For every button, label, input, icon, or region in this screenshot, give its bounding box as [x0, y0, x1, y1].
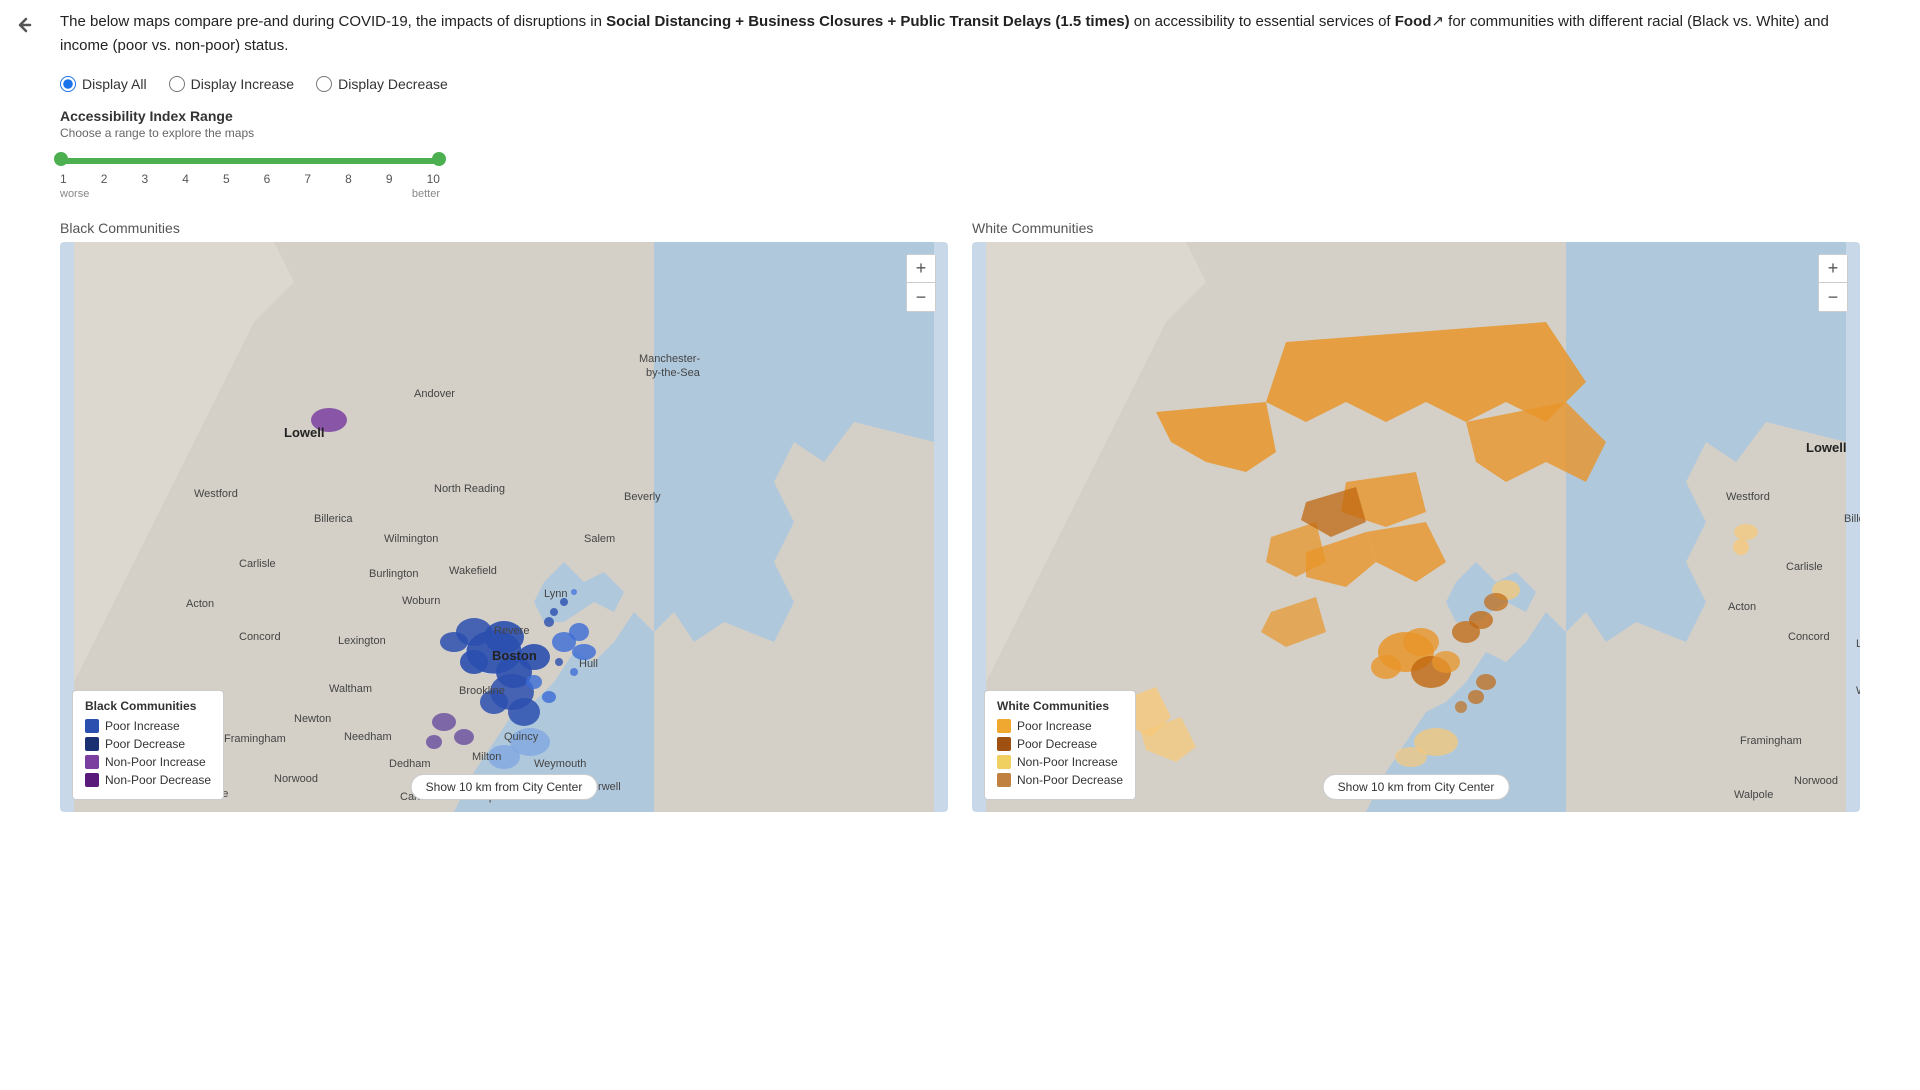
svg-text:Revere: Revere: [494, 625, 529, 637]
white-map-city-center-btn[interactable]: Show 10 km from City Center: [1323, 774, 1510, 800]
svg-text:Manchester-: Manchester-: [639, 353, 700, 365]
bold-description: Social Distancing + Business Closures + …: [606, 13, 1130, 30]
svg-text:Lowell: Lowell: [1806, 440, 1846, 455]
svg-text:Concord: Concord: [239, 631, 281, 643]
black-map-city-center-btn[interactable]: Show 10 km from City Center: [411, 774, 598, 800]
svg-text:Milton: Milton: [472, 751, 501, 763]
white-map-container[interactable]: Andover Lowell North Reading Manchester-…: [972, 242, 1860, 812]
svg-text:Newton: Newton: [294, 713, 331, 725]
radio-display-decrease[interactable]: Display Decrease: [316, 76, 448, 92]
black-legend-title: Black Communities: [85, 699, 211, 713]
white-legend-poor-decrease: Poor Decrease: [997, 737, 1123, 751]
svg-text:Dedham: Dedham: [389, 758, 431, 770]
slider-track-wrapper: [60, 148, 440, 172]
svg-text:Hull: Hull: [579, 658, 598, 670]
slider-thumb-right[interactable]: [432, 152, 446, 166]
black-legend-nonpoor-increase: Non-Poor Increase: [85, 755, 211, 769]
white-legend-nonpoor-decrease: Non-Poor Decrease: [997, 773, 1123, 787]
white-nonpoor-decrease-swatch: [997, 773, 1011, 787]
black-map-zoom-in[interactable]: +: [907, 255, 935, 283]
slider-tick-labels: 1 2 3 4 5 6 7 8 9 10: [60, 172, 440, 186]
svg-text:Brookline: Brookline: [459, 685, 505, 697]
svg-text:Westford: Westford: [194, 488, 238, 500]
radio-group: Display All Display Increase Display Dec…: [60, 76, 448, 92]
svg-text:Walpole: Walpole: [1734, 789, 1773, 801]
maps-section: Black Communities: [60, 220, 1860, 812]
white-poor-decrease-swatch: [997, 737, 1011, 751]
white-nonpoor-increase-swatch: [997, 755, 1011, 769]
svg-text:Lexington: Lexington: [338, 635, 386, 647]
range-section: Accessibility Index Range Choose a range…: [60, 108, 1860, 200]
white-map-title: White Communities: [972, 220, 1860, 236]
display-controls: Display All Display Increase Display Dec…: [60, 76, 1860, 92]
svg-text:Burlington: Burlington: [369, 568, 419, 580]
slider-bar: [60, 158, 440, 164]
svg-text:Andover: Andover: [414, 388, 455, 400]
white-map-zoom: + −: [1818, 254, 1848, 312]
back-button[interactable]: [10, 10, 40, 47]
white-legend-poor-increase: Poor Increase: [997, 719, 1123, 733]
slider-thumb-left[interactable]: [54, 152, 68, 166]
svg-text:Carlisle: Carlisle: [239, 558, 276, 570]
svg-text:Needham: Needham: [344, 731, 392, 743]
svg-text:Beverly: Beverly: [624, 491, 661, 503]
slider-endpoint-labels: worse better: [60, 188, 440, 200]
cursor-icon: ↗: [1431, 13, 1444, 30]
svg-text:by-the-Sea: by-the-Sea: [646, 367, 701, 379]
white-communities-panel: White Communities: [972, 220, 1860, 812]
white-legend-nonpoor-increase: Non-Poor Increase: [997, 755, 1123, 769]
svg-text:Carlisle: Carlisle: [1786, 561, 1823, 573]
svg-text:Billerica: Billerica: [314, 513, 353, 525]
black-map-container[interactable]: Andover Lowell North Reading Manchester-…: [60, 242, 948, 812]
svg-text:Quincy: Quincy: [504, 731, 539, 743]
svg-text:Wilmington: Wilmington: [384, 533, 438, 545]
white-map-zoom-in[interactable]: +: [1819, 255, 1847, 283]
black-legend-poor-decrease: Poor Decrease: [85, 737, 211, 751]
black-map-zoom-out[interactable]: −: [907, 283, 935, 311]
range-subtitle: Choose a range to explore the maps: [60, 126, 1860, 140]
description-text: The below maps compare pre-and during CO…: [60, 10, 1860, 58]
black-legend-nonpoor-decrease: Non-Poor Decrease: [85, 773, 211, 787]
svg-text:Norwood: Norwood: [1794, 775, 1838, 787]
svg-text:Lynn: Lynn: [544, 588, 567, 600]
svg-text:Waltham: Waltham: [1856, 685, 1860, 697]
poor-decrease-swatch: [85, 737, 99, 751]
svg-text:Waltham: Waltham: [329, 683, 372, 695]
black-map-title: Black Communities: [60, 220, 948, 236]
svg-text:Framingham: Framingham: [1740, 735, 1802, 747]
svg-text:Concord: Concord: [1788, 631, 1830, 643]
white-map-zoom-out[interactable]: −: [1819, 283, 1847, 311]
nonpoor-decrease-swatch: [85, 773, 99, 787]
black-map-legend: Black Communities Poor Increase Poor Dec…: [72, 690, 224, 800]
black-communities-panel: Black Communities: [60, 220, 948, 812]
svg-text:Acton: Acton: [1728, 601, 1756, 613]
white-poor-increase-swatch: [997, 719, 1011, 733]
svg-text:Billerica: Billerica: [1844, 513, 1860, 525]
svg-text:Lexington: Lexington: [1856, 638, 1860, 650]
black-map-zoom: + −: [906, 254, 936, 312]
svg-text:Westford: Westford: [1726, 491, 1770, 503]
svg-text:Acton: Acton: [186, 598, 214, 610]
range-title: Accessibility Index Range: [60, 108, 1860, 124]
radio-display-all[interactable]: Display All: [60, 76, 147, 92]
white-map-legend: White Communities Poor Increase Poor Dec…: [984, 690, 1136, 800]
svg-text:Woburn: Woburn: [402, 595, 440, 607]
radio-display-increase[interactable]: Display Increase: [169, 76, 295, 92]
svg-text:North Reading: North Reading: [434, 483, 505, 495]
white-legend-title: White Communities: [997, 699, 1123, 713]
svg-text:Lowell: Lowell: [284, 425, 324, 440]
svg-text:Wakefield: Wakefield: [449, 565, 497, 577]
svg-text:Framingham: Framingham: [224, 733, 286, 745]
svg-text:Salem: Salem: [584, 533, 615, 545]
svg-text:Norwood: Norwood: [274, 773, 318, 785]
black-legend-poor-increase: Poor Increase: [85, 719, 211, 733]
slider-container: 1 2 3 4 5 6 7 8 9 10 worse better: [60, 148, 440, 200]
nonpoor-increase-swatch: [85, 755, 99, 769]
svg-text:Boston: Boston: [492, 648, 537, 663]
poor-increase-swatch: [85, 719, 99, 733]
food-link: Food: [1395, 13, 1432, 30]
svg-text:Weymouth: Weymouth: [534, 758, 586, 770]
